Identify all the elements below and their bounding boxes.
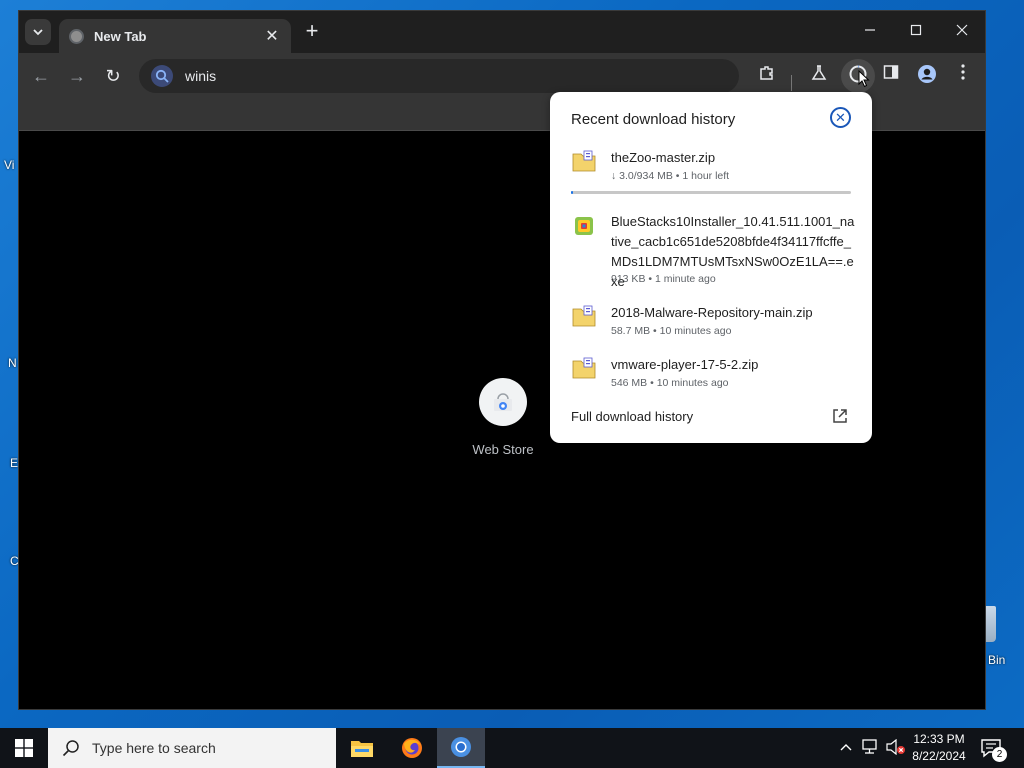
taskbar-search-box[interactable]: Type here to search <box>48 728 336 768</box>
address-bar-text[interactable]: winis <box>185 68 216 84</box>
side-panel-button[interactable] <box>879 64 903 88</box>
menu-button[interactable] <box>951 64 975 88</box>
download-status: 913 KB • 1 minute ago <box>611 273 716 285</box>
tab-strip: New Tab ✕ + <box>19 11 985 53</box>
download-item[interactable]: 2018-Malware-Repository-main.zip 58.7 MB… <box>572 303 862 343</box>
globe-icon <box>69 28 84 44</box>
start-button[interactable] <box>0 728 48 768</box>
minimize-button[interactable] <box>847 19 893 45</box>
side-panel-icon <box>883 65 899 79</box>
minimize-icon <box>865 29 875 31</box>
search-icon <box>151 65 173 87</box>
tab-close-button[interactable]: ✕ <box>263 26 281 46</box>
recycle-bin-label[interactable]: Bin <box>988 653 1005 667</box>
maximize-icon <box>910 24 922 36</box>
download-item[interactable]: BlueStacks10Installer_10.41.511.1001_nat… <box>572 212 862 292</box>
windows-logo-icon <box>15 739 33 757</box>
download-status: 546 MB • 10 minutes ago <box>611 377 729 389</box>
network-icon[interactable] <box>862 739 880 755</box>
zip-file-icon <box>572 305 596 327</box>
download-bubble: Recent download history ✕ theZoo-master.… <box>550 92 872 443</box>
flask-icon <box>811 65 827 80</box>
folder-icon <box>351 741 373 757</box>
profile-button[interactable] <box>915 64 939 88</box>
download-item[interactable]: vmware-player-17-5-2.zip 546 MB • 10 min… <box>572 355 862 395</box>
desktop-icon-label[interactable]: E <box>10 456 18 470</box>
labs-button[interactable] <box>807 64 831 88</box>
clock-time: 12:33 PM <box>913 732 965 746</box>
download-filename[interactable]: theZoo-master.zip <box>611 148 856 168</box>
back-button[interactable]: ← <box>29 64 53 88</box>
extensions-button[interactable] <box>755 64 779 88</box>
open-in-new-icon[interactable] <box>832 408 848 424</box>
download-filename[interactable]: vmware-player-17-5-2.zip <box>611 355 856 375</box>
download-filename[interactable]: 2018-Malware-Repository-main.zip <box>611 303 856 323</box>
firefox-taskbar-button[interactable] <box>388 728 436 768</box>
search-icon <box>62 740 79 757</box>
download-progress-fill <box>571 191 573 194</box>
taskbar: Type here to search 12:33 PM 8/22/2024 2 <box>0 728 1024 768</box>
download-progress-bar <box>571 191 851 194</box>
mouse-cursor-icon <box>858 70 870 88</box>
download-bubble-title: Recent download history <box>571 111 736 128</box>
close-window-button[interactable] <box>939 19 985 45</box>
toolbar-separator <box>791 75 792 91</box>
firefox-icon <box>402 738 422 758</box>
chrome-taskbar-button[interactable] <box>437 728 485 768</box>
avatar-icon <box>918 65 936 83</box>
tab-title: New Tab <box>94 28 147 44</box>
kebab-menu-icon <box>961 64 965 80</box>
new-tab-button[interactable]: + <box>301 20 323 43</box>
desktop-icon-label[interactable]: N <box>8 356 17 370</box>
bluestacks-icon <box>575 217 593 235</box>
web-store-icon <box>494 393 512 411</box>
download-item[interactable]: theZoo-master.zip ↓ 3.0/934 MB • 1 hour … <box>572 148 862 188</box>
zip-file-icon <box>572 357 596 379</box>
forward-button[interactable]: → <box>65 64 89 88</box>
file-explorer-taskbar-button[interactable] <box>338 728 386 768</box>
volume-muted-icon[interactable] <box>886 739 906 755</box>
close-download-bubble-button[interactable]: ✕ <box>830 107 851 128</box>
chevron-up-icon[interactable] <box>840 742 852 752</box>
maximize-button[interactable] <box>893 19 939 45</box>
reload-button[interactable]: ↻ <box>101 64 125 88</box>
clock-date: 8/22/2024 <box>912 749 966 763</box>
taskbar-clock[interactable]: 12:33 PM 8/22/2024 <box>908 731 970 765</box>
shortcut-label[interactable]: Web Store <box>449 442 557 457</box>
tab-new-tab[interactable]: New Tab ✕ <box>59 19 291 53</box>
full-download-history-link[interactable]: Full download history <box>571 409 693 424</box>
zip-file-icon <box>572 150 596 172</box>
address-bar[interactable]: winis <box>139 59 739 93</box>
chevron-down-icon <box>33 29 43 36</box>
taskbar-search-placeholder: Type here to search <box>92 740 216 756</box>
download-status: ↓ 3.0/934 MB • 1 hour left <box>611 170 730 182</box>
notification-count-badge: 2 <box>992 747 1007 762</box>
download-status: 58.7 MB • 10 minutes ago <box>611 325 732 337</box>
tab-search-button[interactable] <box>25 19 51 45</box>
desktop-icon-label[interactable]: Vi <box>4 158 14 172</box>
web-store-shortcut[interactable] <box>479 378 527 426</box>
close-icon <box>956 24 968 36</box>
puzzle-icon <box>760 66 773 80</box>
chrome-icon <box>451 737 471 757</box>
